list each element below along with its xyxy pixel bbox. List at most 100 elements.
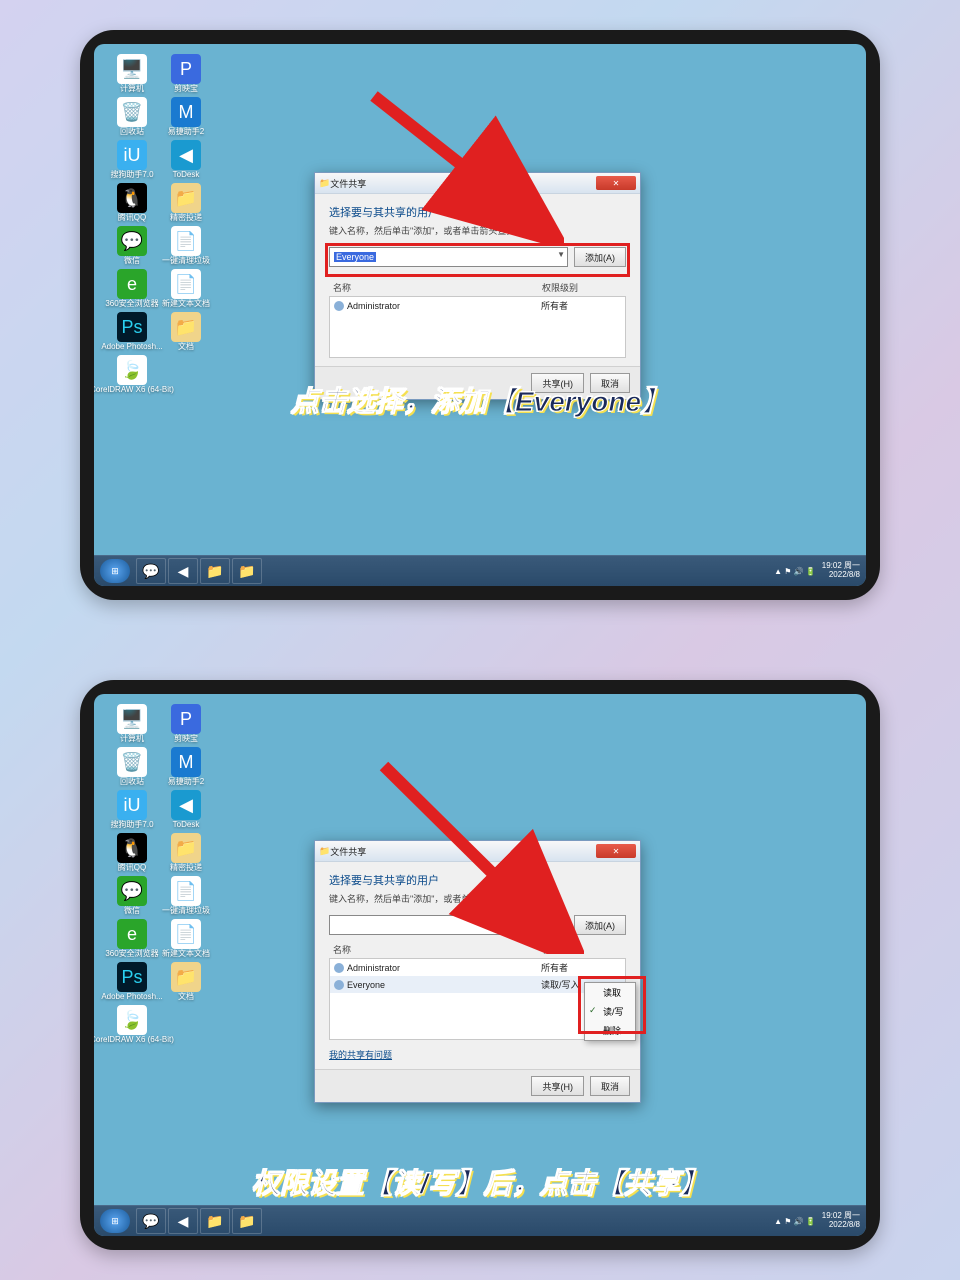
app-icon: Ps (117, 962, 147, 992)
app-icon: 📄 (171, 226, 201, 256)
app-icon: iU (117, 790, 147, 820)
desktop-icon[interactable]: 💬微信 (112, 876, 152, 915)
app-icon: 💬 (117, 226, 147, 256)
task-folder[interactable]: 📁 (200, 1208, 230, 1234)
close-icon[interactable]: ✕ (596, 844, 636, 858)
table-row-everyone[interactable]: Everyone 读取/写入▼ (330, 976, 625, 993)
app-icon: 🗑️ (117, 97, 147, 127)
clock[interactable]: 19:02 周一2022/8/8 (822, 562, 860, 580)
task-todesk[interactable]: ◀ (168, 558, 198, 584)
col-perm: 权限级别 (542, 943, 622, 956)
cancel-button[interactable]: 取消 (590, 1076, 630, 1096)
icon-label: Adobe Photosh... (101, 343, 162, 351)
desktop-icon[interactable]: PsAdobe Photosh... (112, 962, 152, 1001)
user-list-2: Administrator 所有者 Everyone 读取/写入▼ (329, 958, 626, 1040)
tray-icons[interactable]: ▲ ⚑ 🔊 🔋 (774, 1217, 816, 1226)
icon-label: 剪映宝 (174, 735, 198, 743)
app-icon: M (171, 97, 201, 127)
desktop-icon[interactable]: M易捷助手2 (166, 97, 206, 136)
app-icon: e (117, 269, 147, 299)
user-icon (334, 980, 344, 990)
app-icon: 📁 (171, 962, 201, 992)
icon-label: 计算机 (120, 735, 144, 743)
desktop-icon[interactable]: 🖥️计算机 (112, 704, 152, 743)
dialog-titlebar[interactable]: 📁 文件共享 ✕ (315, 841, 640, 862)
menu-item-read[interactable]: 读取 (585, 983, 635, 1002)
desktop-icon[interactable]: e360安全浏览器 (112, 919, 152, 958)
desktop-icon[interactable]: 📁文档 (166, 962, 206, 1001)
task-folder2[interactable]: 📁 (232, 1208, 262, 1234)
app-icon: iU (117, 140, 147, 170)
table-row[interactable]: Administrator 所有者 (330, 959, 625, 976)
add-button[interactable]: 添加(A) (574, 247, 626, 267)
desktop-icon[interactable]: ◀ToDesk (166, 140, 206, 179)
icon-label: 微信 (124, 257, 140, 265)
clock[interactable]: 19:02 周一2022/8/8 (822, 1212, 860, 1230)
dialog-heading: 选择要与其共享的用户 (329, 872, 626, 888)
app-icon: 📁 (171, 833, 201, 863)
desktop-icon[interactable]: e360安全浏览器 (112, 269, 152, 308)
tray-icons[interactable]: ▲ ⚑ 🔊 🔋 (774, 567, 816, 576)
icon-label: 搜狗助手7.0 (110, 821, 153, 829)
desktop-icon[interactable]: P剪映宝 (166, 704, 206, 743)
desktop-icon[interactable]: 📁精密投递 (166, 833, 206, 872)
desktop-icon[interactable]: 📄新建文本文档 (166, 269, 206, 308)
menu-item-remove[interactable]: 删除 (585, 1021, 635, 1040)
app-icon: 💬 (117, 876, 147, 906)
menu-item-rw[interactable]: 读/写 (585, 1002, 635, 1021)
app-icon: Ps (117, 312, 147, 342)
desktop-icon[interactable]: 📁精密投递 (166, 183, 206, 222)
start-button[interactable]: ⊞ (100, 559, 130, 583)
icon-label: 计算机 (120, 85, 144, 93)
app-icon: 🗑️ (117, 747, 147, 777)
add-button[interactable]: 添加(A) (574, 915, 626, 935)
desktop-icon[interactable]: 🗑️回收站 (112, 747, 152, 786)
app-icon: ◀ (171, 790, 201, 820)
icon-label: 腾讯QQ (118, 864, 146, 872)
tablet-frame-2: 🖥️计算机 P剪映宝 🗑️回收站 M易捷助手2 iU搜狗助手7.0 ◀ToDesk 🐧腾讯Q… (80, 680, 880, 1250)
icon-label: 剪映宝 (174, 85, 198, 93)
task-wechat[interactable]: 💬 (136, 1208, 166, 1234)
desktop-icon[interactable]: 🍃CorelDRAW X6 (64-Bit) (112, 1005, 152, 1044)
icon-label: 易捷助手2 (168, 128, 204, 136)
desktop-icon[interactable]: ◀ToDesk (166, 790, 206, 829)
dialog-title: 文件共享 (330, 845, 366, 858)
task-folder2[interactable]: 📁 (232, 558, 262, 584)
desktop-icon[interactable]: 📁文档 (166, 312, 206, 351)
help-link[interactable]: 我的共享有问题 (329, 1048, 392, 1061)
share-button[interactable]: 共享(H) (531, 1076, 584, 1096)
desktop-icon[interactable]: P剪映宝 (166, 54, 206, 93)
desktop-icon[interactable]: 🗑️回收站 (112, 97, 152, 136)
app-icon: 🐧 (117, 833, 147, 863)
icon-label: 易捷助手2 (168, 778, 204, 786)
desktop-icon[interactable]: 📄一键清理垃圾 (166, 876, 206, 915)
desktop-icon[interactable]: 📄一键清理垃圾 (166, 226, 206, 265)
user-combo[interactable]: Everyone (329, 247, 568, 267)
dialog-titlebar[interactable]: 📁 文件共享 ✕ (315, 173, 640, 194)
desktop-icon[interactable]: 📄新建文本文档 (166, 919, 206, 958)
desktop-icon[interactable]: 🖥️计算机 (112, 54, 152, 93)
dialog-subtext: 键入名称，然后单击"添加"，或者单击箭头查找用户。 (329, 892, 626, 905)
desktop-icon[interactable]: iU搜狗助手7.0 (112, 140, 152, 179)
desktop-icon[interactable]: 🐧腾讯QQ (112, 183, 152, 222)
task-folder[interactable]: 📁 (200, 558, 230, 584)
close-icon[interactable]: ✕ (596, 176, 636, 190)
desktop-icon[interactable]: M易捷助手2 (166, 747, 206, 786)
desktop-icon[interactable]: 🐧腾讯QQ (112, 833, 152, 872)
task-todesk[interactable]: ◀ (168, 1208, 198, 1234)
col-perm: 权限级别 (542, 281, 622, 294)
task-wechat[interactable]: 💬 (136, 558, 166, 584)
icon-label: 回收站 (120, 128, 144, 136)
col-name: 名称 (333, 281, 542, 294)
desktop-icon[interactable]: 💬微信 (112, 226, 152, 265)
taskbar-2[interactable]: ⊞ 💬 ◀ 📁 📁 ▲ ⚑ 🔊 🔋 19:02 周一2022/8/8 (94, 1205, 866, 1236)
taskbar-1[interactable]: ⊞ 💬 ◀ 📁 📁 ▲ ⚑ 🔊 🔋 19:02 周一2022/8/8 (94, 555, 866, 586)
user-list-1: Administrator 所有者 (329, 296, 626, 358)
desktop-icons-1: 🖥️计算机 P剪映宝 🗑️回收站 M易捷助手2 iU搜狗助手7.0 ◀ToDesk 🐧腾讯Q… (112, 54, 206, 394)
app-icon: 🖥️ (117, 54, 147, 84)
desktop-icon[interactable]: iU搜狗助手7.0 (112, 790, 152, 829)
start-button[interactable]: ⊞ (100, 1209, 130, 1233)
desktop-icon[interactable]: PsAdobe Photosh... (112, 312, 152, 351)
table-row[interactable]: Administrator 所有者 (330, 297, 625, 314)
user-combo[interactable] (329, 915, 568, 935)
